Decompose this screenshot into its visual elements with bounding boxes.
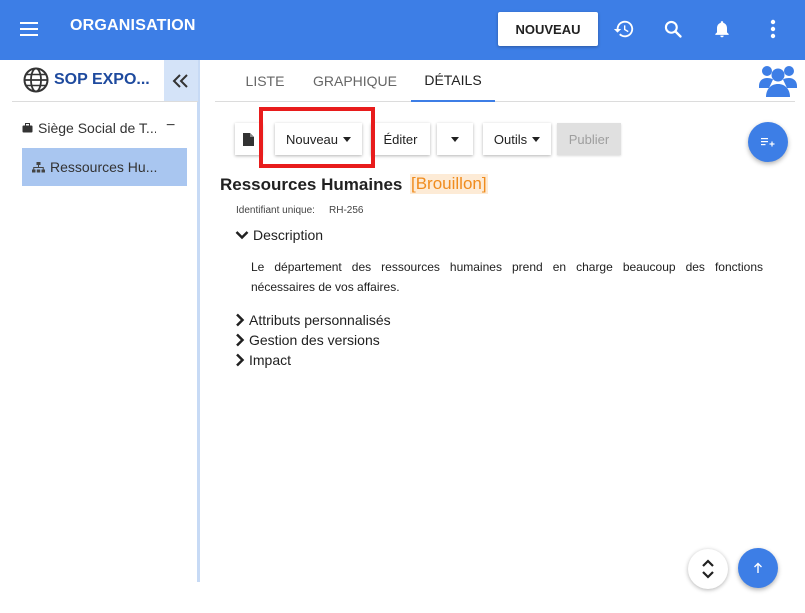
briefcase-icon — [22, 123, 33, 133]
app-title: ORGANISATION — [70, 17, 196, 34]
section-custom-attributes[interactable]: Attributs personnalisés — [235, 310, 391, 330]
tools-dropdown-button[interactable]: Outils — [483, 123, 551, 155]
bell-icon[interactable] — [708, 15, 736, 43]
section-impact[interactable]: Impact — [235, 350, 291, 370]
sidebar-header: SOP EXPO... — [12, 60, 198, 102]
sidebar-resize-handle[interactable] — [197, 60, 200, 582]
caret-down-icon — [451, 136, 459, 142]
tree-item-label: Ressources Hu... — [50, 159, 158, 175]
add-to-list-button[interactable] — [748, 122, 788, 162]
chevron-right-icon — [236, 333, 245, 347]
app-bar: ORGANISATION NOUVEAU — [0, 0, 805, 60]
tab-list[interactable]: LISTE — [233, 60, 297, 102]
globe-icon — [23, 67, 49, 93]
arrow-up-icon — [754, 562, 762, 573]
tab-details[interactable]: DÉTAILS — [411, 60, 495, 102]
tree-item-label: Siège Social de T... — [38, 120, 156, 136]
caret-down-icon — [532, 136, 541, 142]
section-version-management[interactable]: Gestion des versions — [235, 330, 380, 350]
view-tabs: LISTE GRAPHIQUE DÉTAILS — [215, 60, 795, 102]
unique-id-value: RH-256 — [329, 205, 364, 216]
entity-title: Ressources Humaines — [220, 175, 403, 194]
tree-item-head-office[interactable]: Siège Social de T... − — [22, 114, 187, 142]
edit-label: Éditer — [383, 131, 418, 147]
search-icon[interactable] — [659, 15, 687, 43]
more-vert-icon[interactable] — [759, 15, 787, 43]
chevron-down-icon — [235, 231, 249, 240]
sidebar-title: SOP EXPO... — [54, 71, 150, 88]
section-description-label: Description — [253, 227, 324, 243]
unique-id-label: Identifiant unique: — [236, 205, 315, 216]
chevron-right-icon — [236, 313, 245, 327]
document-button[interactable] — [235, 123, 262, 155]
edit-dropdown-toggle[interactable] — [437, 123, 473, 155]
scroll-to-top-button[interactable] — [738, 548, 778, 588]
users-icon[interactable] — [759, 62, 797, 98]
edit-button[interactable]: Éditer — [371, 123, 430, 155]
chevron-right-icon — [236, 353, 245, 367]
section-version-management-label: Gestion des versions — [249, 332, 380, 348]
new-button[interactable]: NOUVEAU — [498, 12, 598, 46]
tree-item-human-resources[interactable]: Ressources Hu... — [22, 148, 187, 186]
scroll-toggle-button[interactable] — [688, 549, 728, 589]
tools-label: Outils — [493, 131, 528, 147]
section-impact-label: Impact — [249, 352, 292, 368]
document-icon — [243, 132, 254, 146]
double-chevron-left-icon — [172, 73, 188, 88]
tree-collapse-toggle[interactable]: − — [166, 117, 175, 135]
new-dropdown-label: Nouveau — [285, 131, 339, 147]
playlist-add-icon — [761, 138, 775, 147]
collapse-sidebar-button[interactable] — [164, 60, 198, 101]
description-text: Le département des ressources humaines p… — [251, 260, 763, 294]
publish-button: Publier — [557, 123, 621, 155]
caret-down-icon — [343, 136, 352, 142]
menu-icon[interactable] — [14, 14, 44, 44]
status-badge: [Brouillon] — [410, 174, 488, 194]
org-chart-icon — [32, 161, 45, 172]
new-dropdown-button[interactable]: Nouveau — [275, 123, 362, 155]
section-description[interactable]: Description — [235, 225, 323, 245]
unfold-icon — [702, 559, 714, 579]
section-custom-attributes-label: Attributs personnalisés — [249, 312, 391, 328]
history-icon[interactable] — [610, 15, 638, 43]
tab-graph[interactable]: GRAPHIQUE — [309, 60, 401, 102]
